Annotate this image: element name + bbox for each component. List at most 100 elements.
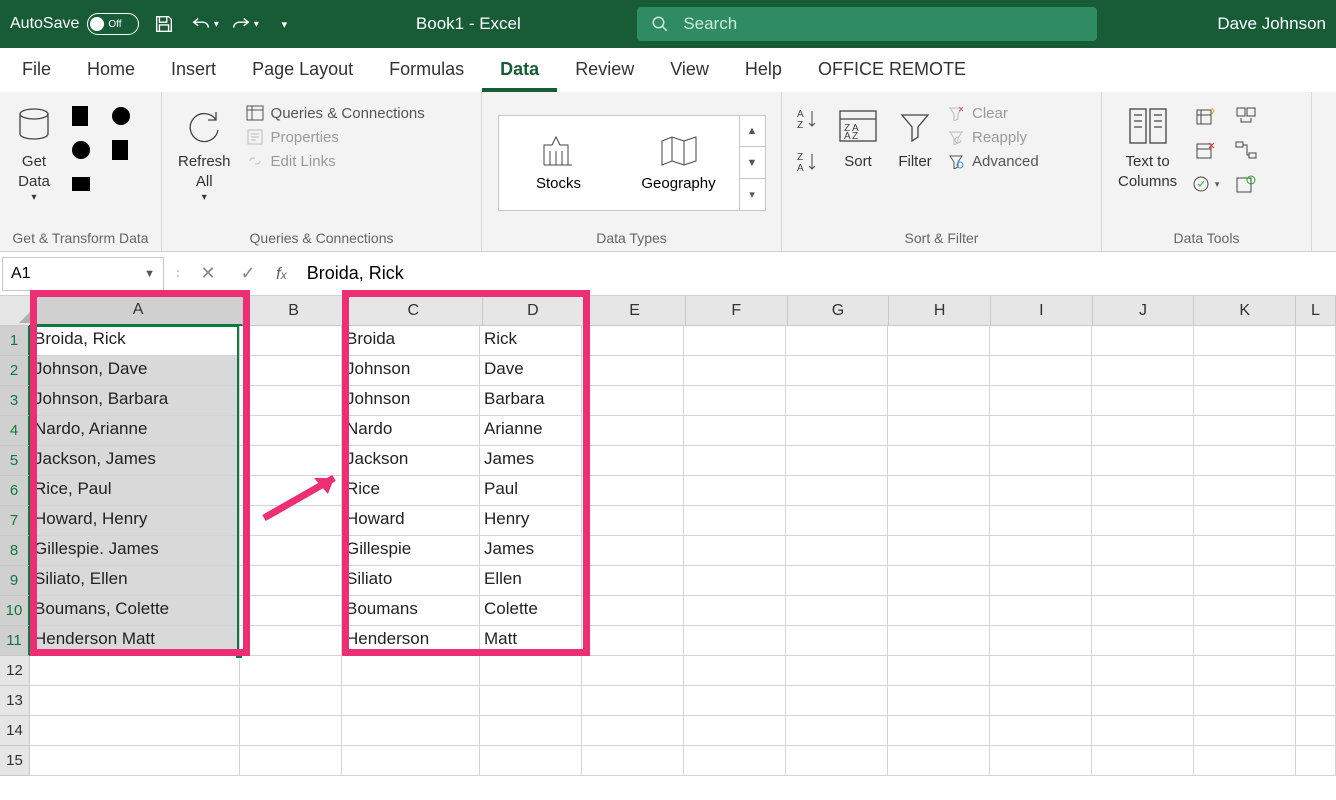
cell[interactable] xyxy=(684,596,786,626)
cell[interactable]: Jackson xyxy=(342,446,480,476)
cell[interactable]: Barbara xyxy=(480,386,582,416)
column-header[interactable]: E xyxy=(584,296,686,326)
cell[interactable] xyxy=(684,566,786,596)
cell[interactable] xyxy=(1092,356,1194,386)
column-header[interactable]: K xyxy=(1194,296,1296,326)
cell[interactable] xyxy=(1296,416,1336,446)
row-header[interactable]: 2 xyxy=(0,356,30,386)
cell[interactable] xyxy=(1194,476,1296,506)
cell[interactable] xyxy=(684,656,786,686)
cell[interactable] xyxy=(480,716,582,746)
data-types-gallery[interactable]: Stocks Geography ▲ ▼ ▾ xyxy=(498,115,766,211)
cell[interactable]: Broida xyxy=(342,326,480,356)
cell[interactable]: Siliato xyxy=(342,566,480,596)
cell[interactable] xyxy=(888,596,990,626)
from-web-icon[interactable] xyxy=(106,102,136,130)
cell[interactable] xyxy=(480,656,582,686)
cell[interactable]: Dave xyxy=(480,356,582,386)
column-header[interactable]: H xyxy=(889,296,991,326)
cell[interactable]: Rick xyxy=(480,326,582,356)
tab-review[interactable]: Review xyxy=(557,49,652,92)
cell[interactable] xyxy=(888,326,990,356)
tab-file[interactable]: File xyxy=(4,49,69,92)
cell[interactable]: Johnson xyxy=(342,356,480,386)
cell[interactable] xyxy=(786,416,888,446)
cell[interactable] xyxy=(1092,446,1194,476)
cell[interactable] xyxy=(240,476,342,506)
cell[interactable] xyxy=(1296,746,1336,776)
cell[interactable] xyxy=(1194,716,1296,746)
cell[interactable]: Nardo xyxy=(342,416,480,446)
cell[interactable] xyxy=(1296,476,1336,506)
sort-asc-button[interactable]: AZ xyxy=(796,108,820,135)
cell[interactable] xyxy=(582,596,684,626)
cell[interactable]: Henderson xyxy=(342,626,480,656)
cell[interactable] xyxy=(990,596,1092,626)
cell[interactable] xyxy=(684,716,786,746)
cell[interactable]: Rice, Paul xyxy=(30,476,240,506)
cell[interactable] xyxy=(1194,386,1296,416)
cell[interactable] xyxy=(684,416,786,446)
tab-page-layout[interactable]: Page Layout xyxy=(234,49,371,92)
cell[interactable] xyxy=(888,356,990,386)
text-to-columns-button[interactable]: Text to Columns xyxy=(1112,98,1183,195)
column-header[interactable]: C xyxy=(345,296,483,326)
cell[interactable] xyxy=(1092,686,1194,716)
cell[interactable] xyxy=(1092,746,1194,776)
cell[interactable] xyxy=(1296,326,1336,356)
cell[interactable] xyxy=(582,626,684,656)
cell[interactable]: Broida, Rick xyxy=(30,326,240,356)
cell[interactable] xyxy=(582,356,684,386)
row-header[interactable]: 1 xyxy=(0,326,30,356)
column-header[interactable]: G xyxy=(788,296,890,326)
cell[interactable] xyxy=(30,686,240,716)
cell[interactable] xyxy=(1194,356,1296,386)
cell[interactable] xyxy=(1296,446,1336,476)
cell[interactable] xyxy=(888,536,990,566)
stocks-type[interactable]: Stocks xyxy=(499,116,619,210)
cell[interactable] xyxy=(786,356,888,386)
cell[interactable] xyxy=(684,686,786,716)
cell[interactable] xyxy=(1296,716,1336,746)
cell[interactable]: Henderson Matt xyxy=(30,626,240,656)
cell[interactable]: Arianne xyxy=(480,416,582,446)
cell[interactable] xyxy=(888,506,990,536)
cell[interactable] xyxy=(240,686,342,716)
from-text-icon[interactable] xyxy=(66,102,96,130)
column-header[interactable]: J xyxy=(1093,296,1195,326)
cell[interactable]: Siliato, Ellen xyxy=(30,566,240,596)
cell[interactable] xyxy=(990,686,1092,716)
cell[interactable] xyxy=(990,416,1092,446)
cell[interactable] xyxy=(786,656,888,686)
gallery-up-icon[interactable]: ▲ xyxy=(740,116,765,148)
get-data-button[interactable]: Get Data ▾ xyxy=(10,98,58,208)
cell[interactable]: Nardo, Arianne xyxy=(30,416,240,446)
cell[interactable] xyxy=(888,386,990,416)
sort-button[interactable]: ZAAZ Sort xyxy=(832,98,884,176)
cell[interactable] xyxy=(1194,746,1296,776)
cell[interactable] xyxy=(1092,416,1194,446)
cell[interactable] xyxy=(582,416,684,446)
fill-handle[interactable] xyxy=(235,651,243,659)
cell[interactable] xyxy=(786,536,888,566)
cell[interactable] xyxy=(1194,626,1296,656)
cell[interactable] xyxy=(480,746,582,776)
column-header[interactable]: B xyxy=(243,296,345,326)
cell[interactable] xyxy=(582,476,684,506)
cell[interactable] xyxy=(888,716,990,746)
cell[interactable] xyxy=(786,626,888,656)
cell[interactable]: Matt xyxy=(480,626,582,656)
cell[interactable] xyxy=(1092,626,1194,656)
cell[interactable] xyxy=(1194,596,1296,626)
queries-connections-button[interactable]: Queries & Connections xyxy=(245,104,425,122)
column-header[interactable]: F xyxy=(686,296,788,326)
cell[interactable]: Gillespie xyxy=(342,536,480,566)
cell[interactable] xyxy=(1194,506,1296,536)
cell[interactable] xyxy=(240,356,342,386)
cancel-formula-button[interactable]: ✕ xyxy=(188,257,228,291)
cell[interactable] xyxy=(240,626,342,656)
cell[interactable] xyxy=(240,386,342,416)
name-box[interactable]: A1 ▼ xyxy=(2,257,164,291)
cell[interactable] xyxy=(888,626,990,656)
row-header[interactable]: 9 xyxy=(0,566,30,596)
